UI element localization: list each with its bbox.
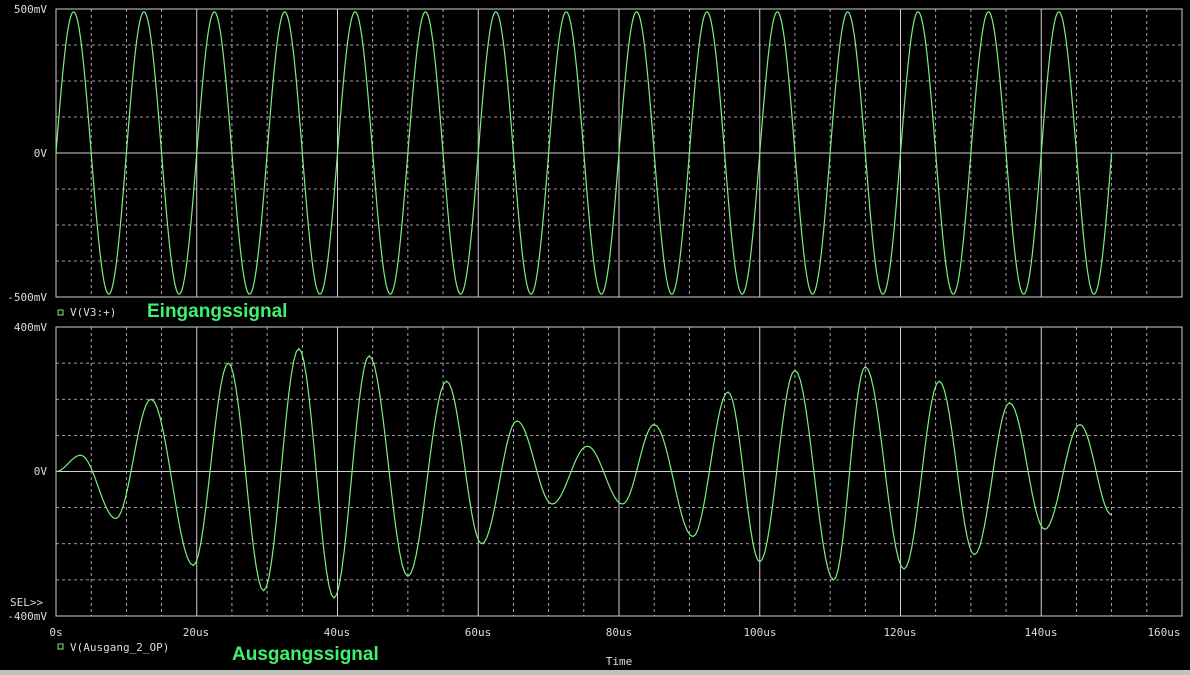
sel-marker[interactable]: SEL>>	[10, 596, 43, 609]
bottom-ytick-zero: 0V	[34, 465, 48, 478]
top-ytick-max: 500mV	[14, 3, 47, 16]
x-tick-label: 120us	[883, 626, 916, 639]
top-annotation: Eingangssignal	[147, 301, 287, 322]
top-panel	[55, 8, 1183, 298]
x-axis-title: Time	[606, 655, 633, 668]
window-bottom-edge	[0, 670, 1190, 675]
x-tick-label: 60us	[465, 626, 492, 639]
x-tick-label: 40us	[324, 626, 351, 639]
bottom-annotation: Ausgangssignal	[232, 644, 379, 665]
x-tick-label: 140us	[1024, 626, 1057, 639]
x-tick-label: 160us	[1147, 626, 1180, 639]
top-ytick-min: -500mV	[7, 291, 47, 304]
x-tick-labels: 0s 20us 40us 60us 80us 100us 120us 140us…	[49, 626, 1180, 639]
square-icon	[57, 643, 64, 650]
top-legend-label[interactable]: V(V3:+)	[70, 306, 116, 319]
pspice-plot: 500mV 0V -500mV V(V3:+) Eingangssignal 4…	[7, 3, 1183, 668]
x-tick-label: 100us	[743, 626, 776, 639]
top-ytick-zero: 0V	[34, 147, 48, 160]
bottom-ytick-min: -400mV	[7, 610, 47, 623]
x-tick-label: 20us	[183, 626, 210, 639]
x-tick-label: 80us	[606, 626, 633, 639]
bottom-ytick-max: 400mV	[14, 321, 47, 334]
square-icon	[57, 309, 64, 316]
x-tick-label: 0s	[49, 626, 62, 639]
bottom-legend-label[interactable]: V(Ausgang_2_OP)	[70, 641, 169, 654]
bottom-panel	[55, 326, 1183, 617]
